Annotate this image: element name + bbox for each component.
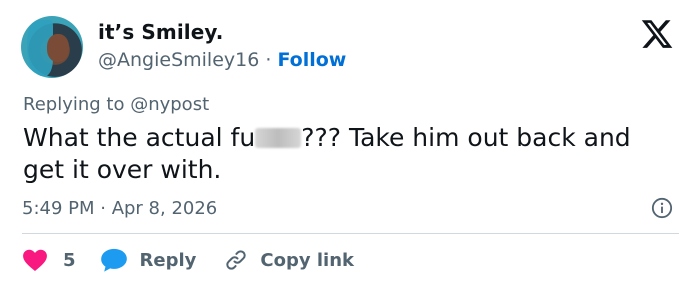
copy-link-label: Copy link (260, 249, 354, 271)
author-handle-line: @AngieSmiley16 · Follow (98, 49, 346, 71)
tweet-text: What the actual fu??? Take him out back … (23, 122, 673, 186)
action-bar: 5 Reply Copy link (22, 244, 354, 276)
handle-separator: · (259, 49, 278, 71)
reply-label: Reply (139, 249, 197, 271)
author-display-name[interactable]: it’s Smiley. (98, 20, 223, 44)
avatar-face (47, 34, 69, 62)
link-icon (226, 250, 247, 270)
tweet-text-before: What the actual fu (23, 123, 256, 152)
like-count: 5 (63, 249, 76, 271)
censored-word-blur (255, 128, 302, 148)
x-logo-icon[interactable] (639, 17, 675, 51)
heart-icon (23, 249, 47, 272)
like-button[interactable]: 5 (22, 248, 100, 272)
replying-to[interactable]: Replying to @nypost (23, 94, 209, 115)
tweet-timestamp[interactable]: 5:49 PM · Apr 8, 2026 (22, 198, 217, 219)
info-icon[interactable] (651, 197, 673, 219)
copy-link-button[interactable]: Copy link (224, 248, 354, 272)
divider (22, 233, 679, 234)
reply-button[interactable]: Reply (100, 247, 225, 273)
follow-button[interactable]: Follow (277, 49, 346, 71)
avatar[interactable] (21, 16, 83, 78)
author-handle[interactable]: @AngieSmiley16 (98, 49, 259, 71)
speech-bubble-icon (100, 248, 127, 272)
